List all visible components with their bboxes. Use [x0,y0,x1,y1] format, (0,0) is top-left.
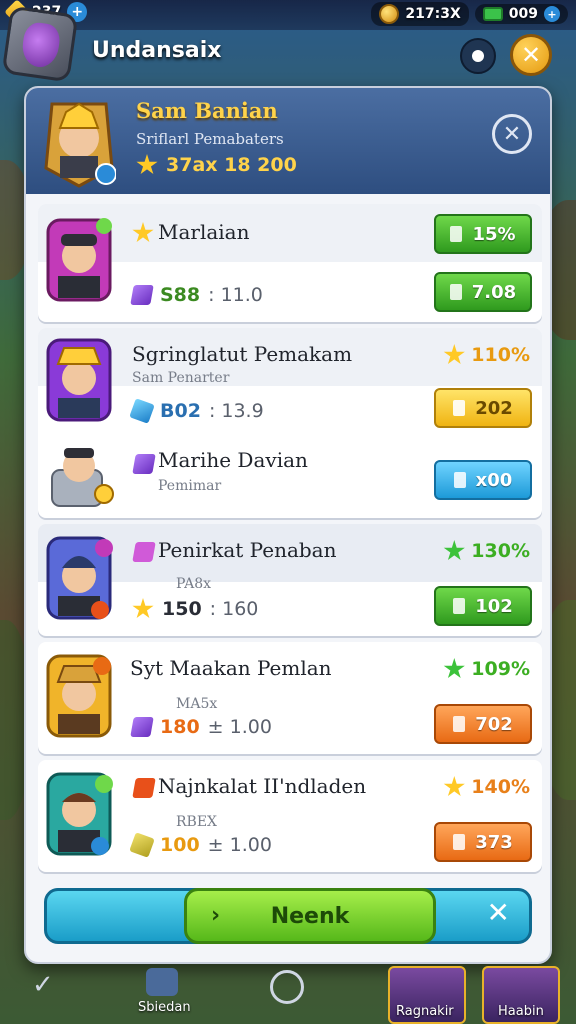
action-button[interactable]: 7.08 [434,272,532,312]
guild-emblem[interactable] [1,5,79,83]
nav-label-left: Sbiedan [138,1000,191,1015]
row-name: Penirkat Penaban [158,538,337,562]
cash-icon [482,7,503,21]
coins-value: 217:3X [405,6,461,22]
character-portrait [44,336,114,426]
action-bar: › Neenk ✕ [44,882,532,946]
action-button[interactable]: 202 [434,388,532,428]
gem-icon [132,454,156,474]
character-portrait [44,652,114,742]
coin-icon [379,4,400,24]
row-stat: 100 ± 1.00 [129,832,272,858]
badge-icon [132,542,156,562]
star-icon [443,344,465,365]
ranking-panel: Sam Banian Sriflarl Pemabaters 37ax 18 2… [24,86,552,964]
panel-close-button[interactable]: ✕ [492,114,532,154]
action-button[interactable]: 373 [434,822,532,862]
character-portrait [44,216,114,306]
dismiss-button[interactable]: ✕ [487,896,510,929]
player-name: Sam Banian [136,98,278,123]
player-score-value: 37ax 18 200 [166,154,297,176]
list-item[interactable]: Najnkalat II'ndladen 140% RBEX 100 ± 1.0… [38,760,542,872]
star-icon [443,658,465,679]
cash-value: 009 [508,6,538,22]
wrench-icon [453,598,466,614]
row-stat: 180 ± 1.00 [130,716,272,738]
gem-icon [129,398,155,424]
action-button[interactable]: 702 [434,704,532,744]
card-icon [453,716,466,732]
gem-icon [130,717,154,737]
list-item[interactable]: Marlaian 15% S88 : 11.0 7.08 [38,204,542,322]
row-stat: 150 : 160 [132,598,258,620]
close-icon: ✕ [502,121,522,147]
hand-icon [449,284,462,300]
shield-icon[interactable] [146,968,178,996]
chevron-right-icon: › [211,903,221,928]
next-button[interactable]: › Neenk [184,888,436,944]
row-name: Marlaian [158,220,250,244]
power-icon[interactable] [270,970,304,1004]
list-item[interactable]: Sgringlatut Pemakam 110% Sam Penarter B0… [38,328,542,518]
window-title: Undansaix [92,38,222,63]
list-item[interactable]: Penirkat Penaban 130% PA8x 150 : 160 102 [38,524,542,636]
row-subtitle: RBEX [176,814,218,830]
row-name: Sgringlatut Pemakam [132,342,353,366]
player-subtitle: Sriflarl Pemabaters [136,130,284,148]
panel-header: Sam Banian Sriflarl Pemabaters 37ax 18 2… [26,88,550,194]
row-name: Marihe Davian [158,448,308,472]
nav-card-2[interactable]: Haabin [482,966,560,1024]
character-portrait [44,770,114,860]
action-button[interactable]: x00 [434,460,532,500]
star-icon [136,154,158,175]
top-hud: 237 + 217:3X 009 + [0,0,576,30]
row-stat: B02 : 13.9 [129,398,264,424]
list-item[interactable]: Syt Maakan Pemlan 109% MA5x 180 ± 1.00 7… [38,642,542,754]
emblem-character-icon [19,20,62,70]
row-percent: 140% [443,776,530,798]
close-button[interactable]: ✕ [510,34,552,76]
info-icon [472,50,484,62]
cash-pill[interactable]: 009 + [474,4,568,24]
star-icon [132,598,154,619]
coins-pill[interactable]: 217:3X [371,2,469,26]
star-icon [443,776,465,797]
gem-icon [129,832,155,858]
info-button[interactable] [460,38,496,74]
player-score: 37ax 18 200 [136,154,297,176]
row-name: Syt Maakan Pemlan [130,656,332,680]
row-subtitle: MA5x [176,696,218,712]
action-button[interactable]: 102 [434,586,532,626]
row-subtitle: PA8x [176,576,212,592]
wrench-icon [450,226,463,242]
row-percent: 130% [443,540,530,562]
card-icon [453,834,466,850]
gem-icon [130,285,154,305]
card-icon [453,400,466,416]
row-percent: 109% [443,658,530,680]
row-name: Najnkalat II'ndladen [158,774,367,798]
character-portrait [44,436,114,516]
player-portrait[interactable] [42,98,117,188]
row-stat: S88 : 11.0 [130,284,263,306]
character-portrait [44,534,114,624]
badge-icon [132,778,156,798]
star-icon [443,540,465,561]
card-icon [453,472,466,488]
upgrade-button[interactable]: 15% [434,214,532,254]
add-cash-icon[interactable]: + [544,6,560,22]
check-icon[interactable]: ✓ [32,970,54,1000]
row-subtitle: Sam Penarter [132,370,230,386]
row-subtitle: Pemimar [158,478,222,494]
row-percent: 110% [443,344,530,366]
close-icon: ✕ [520,41,542,69]
nav-card-1[interactable]: Ragnakir [388,966,466,1024]
